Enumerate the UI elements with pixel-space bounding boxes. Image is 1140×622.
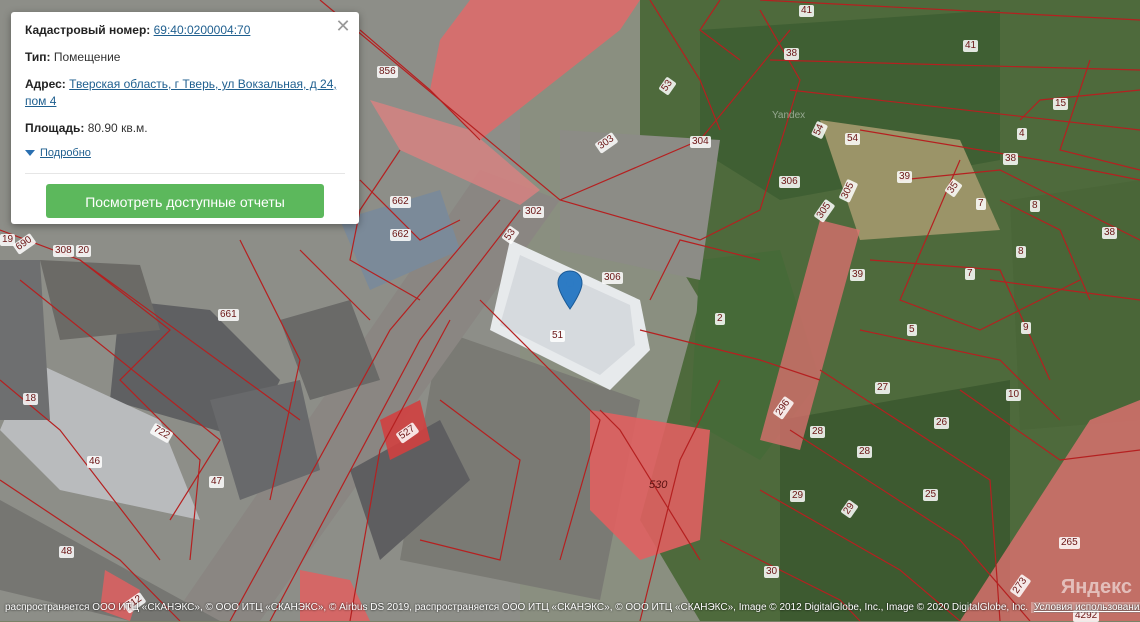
parcel-label[interactable]: 39 (897, 171, 913, 183)
address-link[interactable]: Тверская область, г Тверь, ул Вокзальная… (25, 77, 337, 108)
parcel-label[interactable]: 47 (209, 476, 225, 488)
parcel-label[interactable]: 48 (59, 546, 75, 558)
parcel-label[interactable]: 15 (1053, 98, 1069, 110)
parcel-label[interactable]: 306 (779, 176, 800, 188)
area-value: 80.90 кв.м. (87, 121, 148, 135)
cadastral-row: Кадастровый номер: 69:40:0200004:70 (25, 22, 345, 39)
parcel-label[interactable]: 9 (1021, 322, 1031, 334)
parcel-label[interactable]: 7 (965, 268, 975, 280)
parcel-label[interactable]: 10 (1006, 389, 1022, 401)
parcel-label[interactable]: 25 (923, 489, 939, 501)
details-link[interactable]: Подробно (40, 147, 91, 159)
address-label: Адрес: (25, 77, 66, 91)
parcel-label[interactable]: 304 (690, 136, 711, 148)
parcel-label[interactable]: 38 (1102, 227, 1118, 239)
parcel-label[interactable]: 8 (1016, 246, 1026, 258)
parcel-label[interactable]: 38 (1003, 153, 1019, 165)
parcel-label[interactable]: 265 (1059, 537, 1080, 549)
cadastral-number-link[interactable]: 69:40:0200004:70 (154, 23, 251, 37)
parcel-label[interactable]: 662 (390, 196, 411, 208)
parcel-label[interactable]: 41 (963, 40, 979, 52)
parcel-label[interactable]: 308 (53, 245, 74, 257)
details-toggle[interactable]: Подробно (25, 147, 345, 159)
parcel-label[interactable]: 26 (934, 417, 950, 429)
parcel-label[interactable]: 5 (907, 324, 917, 336)
location-pin-icon[interactable] (557, 270, 583, 310)
divider (25, 173, 345, 174)
view-reports-button[interactable]: Посмотреть доступные отчеты (46, 184, 324, 218)
close-icon[interactable]: ✕ (333, 16, 353, 36)
address-row: Адрес: Тверская область, г Тверь, ул Вок… (25, 76, 345, 110)
parcel-label[interactable]: 856 (377, 66, 398, 78)
parcel-info-popup: ✕ Кадастровый номер: 69:40:0200004:70 Ти… (11, 12, 359, 224)
parcel-label[interactable]: 530 (647, 479, 669, 491)
map-attribution: распространяется ООО ИТЦ «СКАНЭКС», © ОО… (0, 602, 1140, 613)
parcel-label[interactable]: 18 (23, 393, 39, 405)
parcel-label[interactable]: 46 (87, 456, 103, 468)
parcel-label[interactable]: 302 (523, 206, 544, 218)
parcel-label[interactable]: 661 (218, 309, 239, 321)
parcel-label[interactable]: 20 (76, 245, 92, 257)
attribution-text: распространяется ООО ИТЦ «СКАНЭКС», © ОО… (5, 602, 1029, 613)
parcel-label[interactable]: 7 (976, 198, 986, 210)
parcel-label[interactable]: 2 (715, 313, 725, 325)
parcel-label[interactable]: 662 (390, 229, 411, 241)
parcel-label[interactable]: 8 (1030, 200, 1040, 212)
yandex-logo: Яндекс (1060, 576, 1132, 598)
type-value: Помещение (53, 50, 121, 64)
parcel-label[interactable]: 4 (1017, 128, 1027, 140)
parcel-label[interactable]: 28 (810, 426, 826, 438)
map-watermark: Yandex (772, 110, 806, 121)
type-label: Тип: (25, 50, 51, 64)
parcel-label[interactable]: 27 (875, 382, 891, 394)
cadastral-label: Кадастровый номер: (25, 23, 151, 37)
area-row: Площадь: 80.90 кв.м. (25, 120, 345, 137)
parcel-label[interactable]: 39 (850, 269, 866, 281)
parcel-label[interactable]: 29 (790, 490, 806, 502)
parcel-label[interactable]: 30 (764, 566, 780, 578)
parcel-label[interactable]: 38 (784, 48, 800, 60)
triangle-down-icon (25, 150, 35, 156)
parcel-label[interactable]: 28 (857, 446, 873, 458)
parcel-label[interactable]: 51 (550, 330, 566, 342)
area-label: Площадь: (25, 121, 85, 135)
parcel-label[interactable]: 54 (845, 133, 861, 145)
terms-link[interactable]: Условия использования (1030, 602, 1140, 613)
parcel-label[interactable]: 306 (602, 272, 623, 284)
parcel-label[interactable]: 41 (799, 5, 815, 17)
type-row: Тип: Помещение (25, 49, 345, 66)
